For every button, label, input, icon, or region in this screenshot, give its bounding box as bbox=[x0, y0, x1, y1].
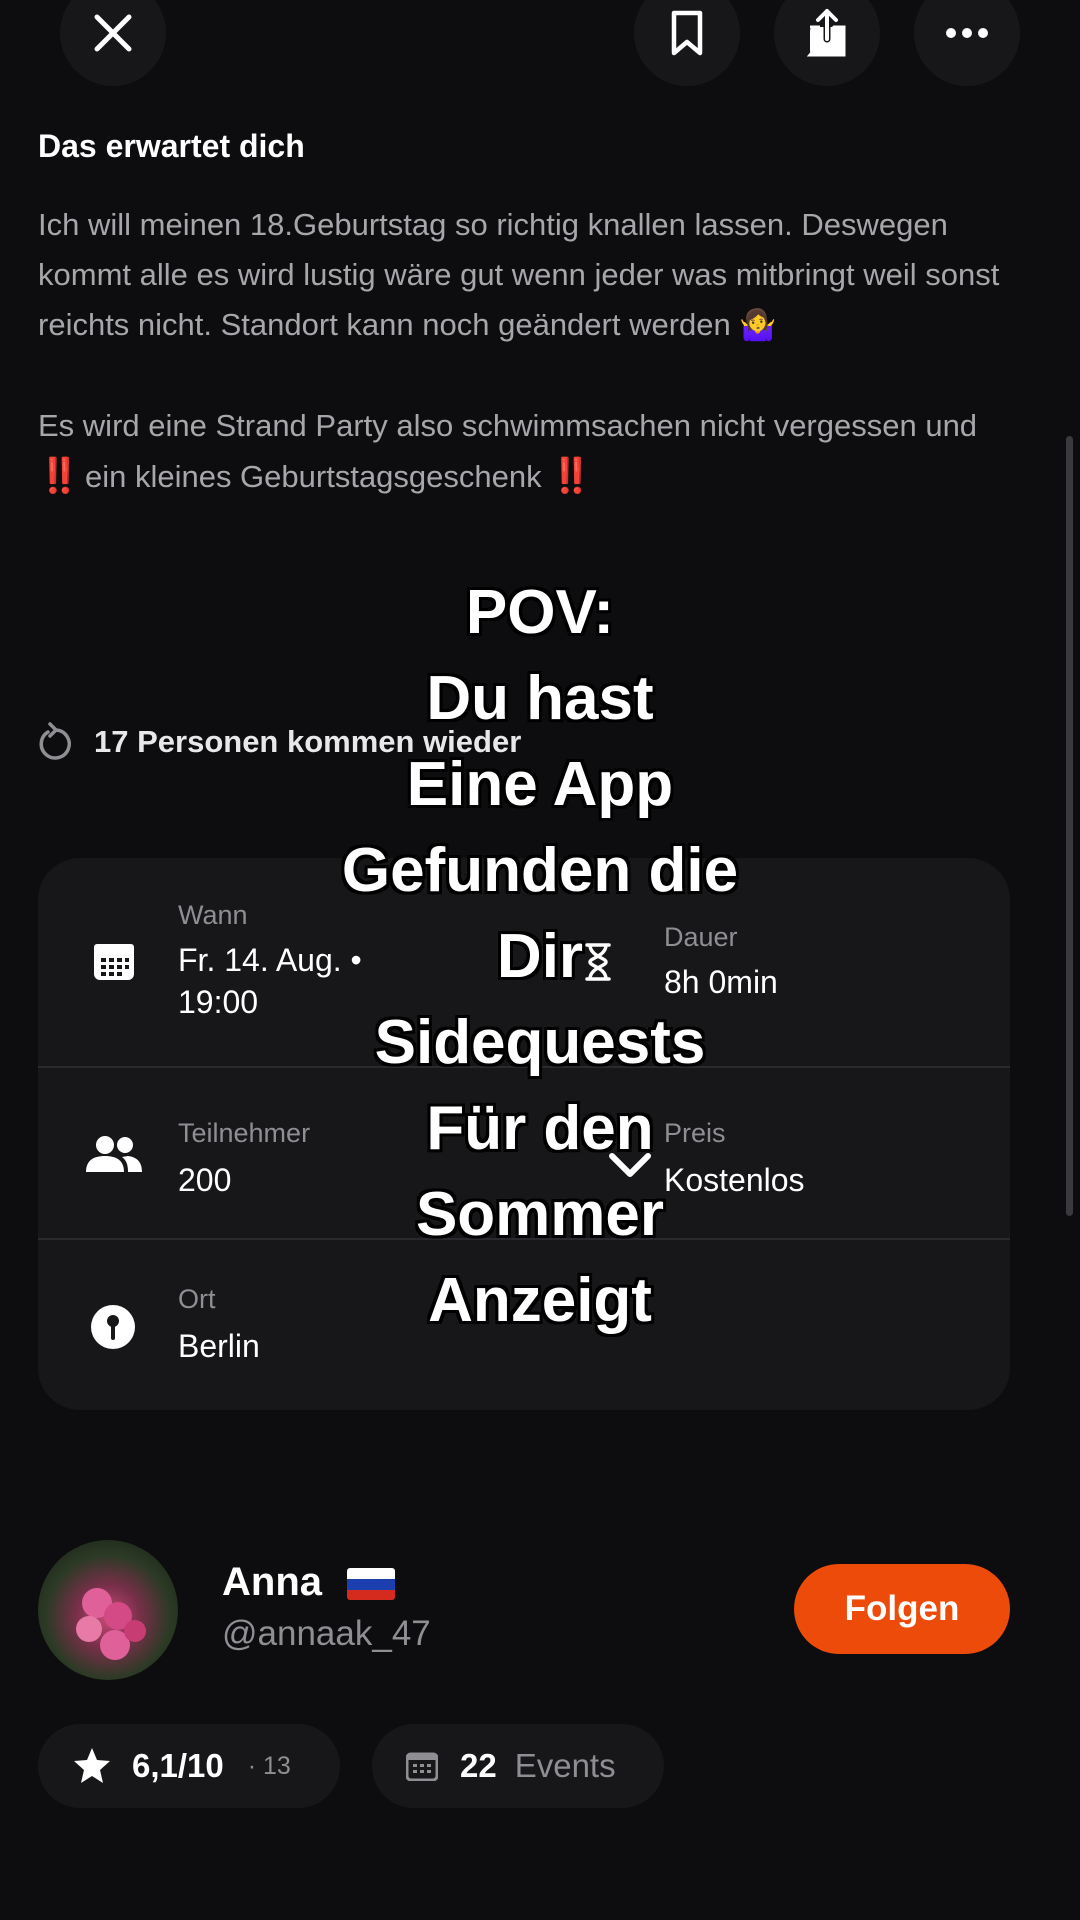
follow-button[interactable]: Folgen bbox=[794, 1564, 1010, 1654]
close-button[interactable] bbox=[60, 0, 166, 86]
events-pill[interactable]: 22 Events bbox=[372, 1724, 664, 1808]
description-paragraph: Es wird eine Strand Party also schwimmsa… bbox=[38, 408, 978, 443]
video-caption-overlay: POV: Du hast Eine App Gefunden die Dir S… bbox=[0, 570, 1080, 1344]
caption-line: POV: bbox=[465, 578, 615, 647]
close-icon bbox=[94, 14, 132, 52]
more-options-button[interactable] bbox=[914, 0, 1020, 86]
section-title: Das erwartet dich bbox=[38, 128, 305, 164]
share-icon bbox=[806, 7, 846, 57]
top-toolbar bbox=[0, 0, 1080, 90]
star-icon bbox=[74, 1748, 110, 1783]
rating-pill[interactable]: 6,1/10 · 13 bbox=[38, 1724, 340, 1808]
scrollbar[interactable] bbox=[1066, 436, 1073, 1216]
caption-line: Sommer bbox=[415, 1180, 665, 1249]
more-icon bbox=[946, 28, 988, 38]
caption-line: Für den bbox=[426, 1094, 654, 1163]
russian-flag-icon bbox=[347, 1568, 396, 1601]
calendar-icon bbox=[406, 1752, 438, 1781]
share-button[interactable] bbox=[774, 0, 880, 86]
events-count: 22 bbox=[460, 1747, 497, 1784]
caption-line: Anzeigt bbox=[428, 1266, 652, 1335]
host-section: Anna @annaak_47 Folgen bbox=[38, 1540, 1038, 1680]
bookmark-button[interactable] bbox=[634, 0, 740, 86]
shrug-emoji: 🤷‍♀️ bbox=[739, 309, 777, 342]
rating-value: 6,1/10 bbox=[132, 1747, 224, 1784]
host-handle[interactable]: @annaak_47 bbox=[222, 1614, 431, 1654]
bookmark-icon bbox=[671, 10, 703, 56]
caption-line: Eine App bbox=[406, 750, 674, 819]
event-description: Ich will meinen 18.Geburtstag so richtig… bbox=[38, 200, 1038, 502]
host-name[interactable]: Anna bbox=[222, 1560, 396, 1605]
events-label: Events bbox=[514, 1747, 616, 1784]
rating-count: · 13 bbox=[247, 1751, 291, 1780]
exclamation-icon: ‼️ bbox=[38, 457, 80, 495]
caption-line: Du hast bbox=[426, 664, 654, 733]
description-paragraph: ‼️ ein kleines Geburtstagsgeschenk ‼️ bbox=[38, 457, 593, 495]
caption-line: Gefunden die bbox=[341, 836, 739, 905]
description-paragraph: Ich will meinen 18.Geburtstag so richtig… bbox=[38, 207, 1000, 342]
exclamation-icon: ‼️ bbox=[550, 457, 592, 495]
avatar[interactable] bbox=[38, 1540, 178, 1680]
caption-line: Dir bbox=[496, 922, 584, 991]
caption-line: Sidequests bbox=[374, 1008, 706, 1077]
